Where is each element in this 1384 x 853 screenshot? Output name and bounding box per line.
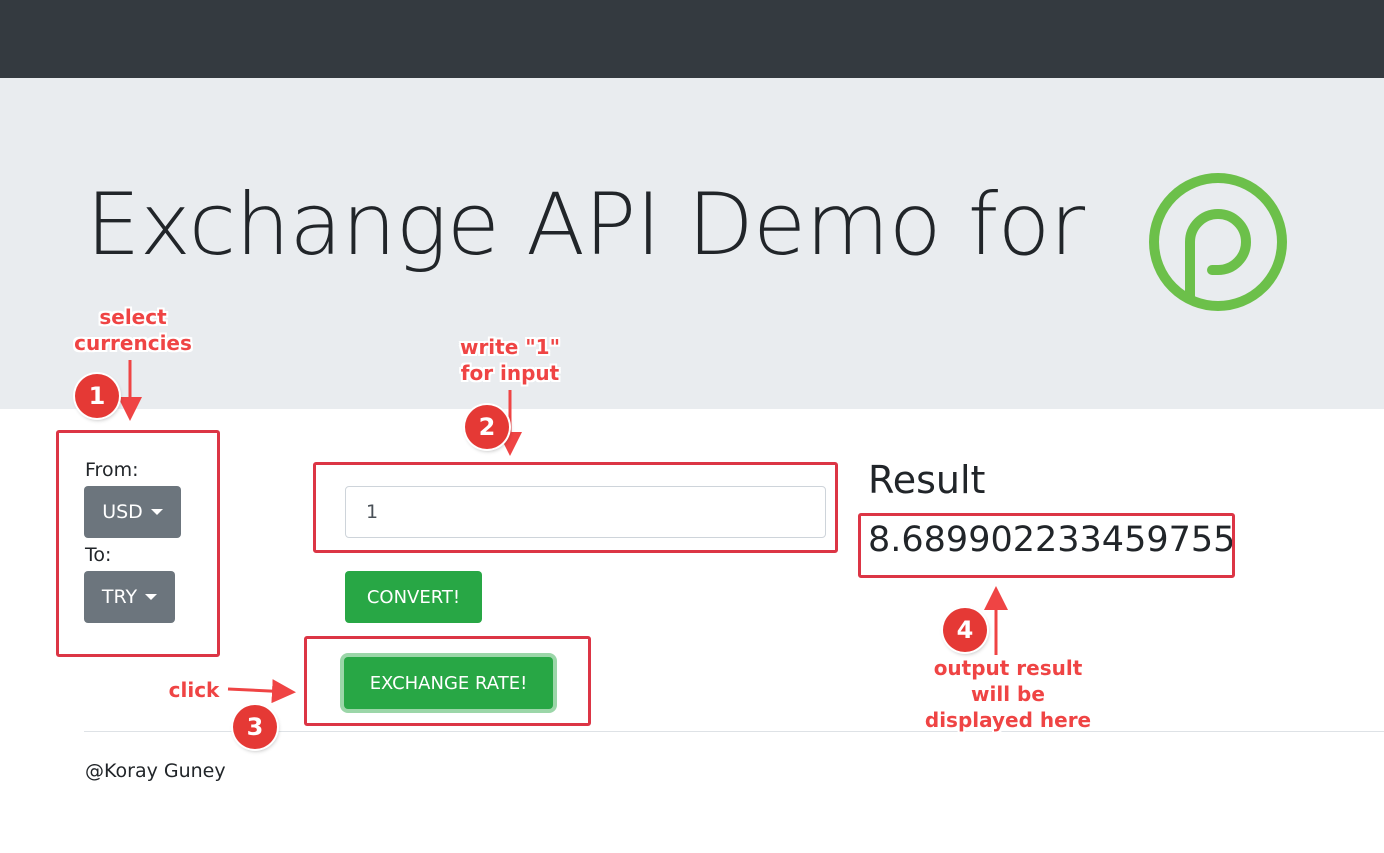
annotation-step-4: 4: [943, 608, 987, 652]
annotation-box-currencies: [56, 430, 220, 657]
annotation-step-2: 2: [465, 405, 509, 449]
navbar: [0, 0, 1384, 78]
annotation-box-input: [313, 462, 838, 553]
footer-divider: [84, 731, 1384, 732]
arrow-step3: [227, 679, 296, 704]
annotation-text-step-4: output result will be displayed here: [924, 656, 1092, 732]
annotation-step-1: 1: [75, 374, 119, 418]
page-title: Exchange API Demo for: [86, 175, 1085, 275]
green-p-logo-icon: [1149, 173, 1287, 311]
annotation-box-exchange-button: [304, 636, 591, 726]
annotation-text-step-2: write "1" for input: [459, 335, 561, 385]
convert-button[interactable]: CONVERT!: [345, 571, 482, 623]
annotation-box-result: [858, 513, 1235, 578]
footer-credit: @Koray Guney: [85, 760, 226, 782]
annotation-text-step-1: select currencies: [74, 305, 192, 355]
result-heading: Result: [868, 458, 986, 502]
annotation-text-step-3: click: [168, 678, 220, 702]
annotation-step-3: 3: [233, 705, 277, 749]
